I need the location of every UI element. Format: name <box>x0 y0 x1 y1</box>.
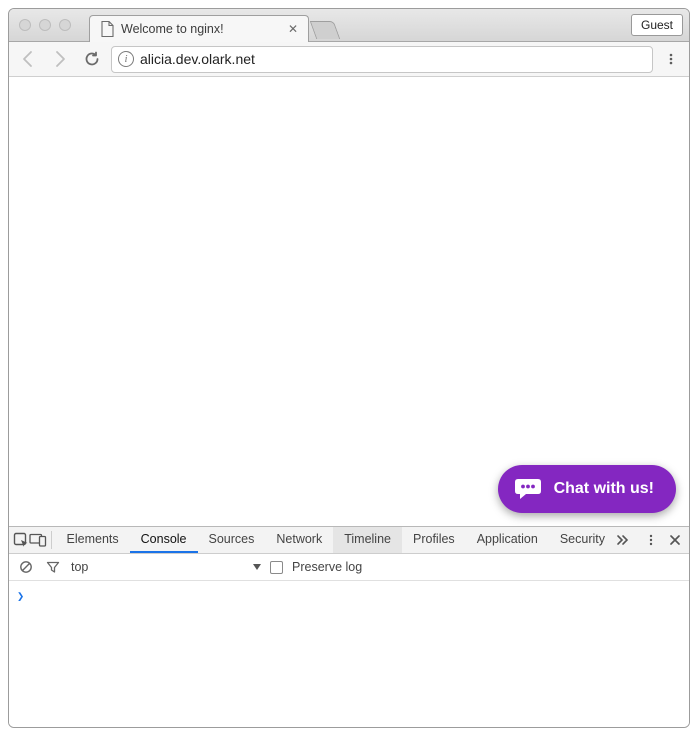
chat-bubble-icon <box>514 477 542 501</box>
tab-profiles[interactable]: Profiles <box>402 527 466 553</box>
tab-application[interactable]: Application <box>466 527 549 553</box>
tab-network[interactable]: Network <box>265 527 333 553</box>
new-tab-button[interactable] <box>310 21 341 39</box>
window-controls <box>19 19 71 31</box>
filter-icon[interactable] <box>44 560 62 574</box>
console-prompt: ❯ <box>17 589 24 603</box>
reload-button[interactable] <box>79 46 105 72</box>
devtools-panel: Elements Console Sources Network Timelin… <box>9 526 689 727</box>
clear-console-icon[interactable] <box>17 560 35 574</box>
browser-tab[interactable]: Welcome to nginx! ✕ <box>89 15 309 42</box>
tabs-overflow-icon[interactable] <box>616 527 630 553</box>
context-select[interactable]: top <box>71 560 261 574</box>
tab-close-icon[interactable]: ✕ <box>288 24 298 34</box>
tab-timeline[interactable]: Timeline <box>333 527 402 553</box>
devtools-menu-icon[interactable] <box>639 533 663 547</box>
page-viewport: Chat with us! <box>9 77 689 526</box>
guest-profile-button[interactable]: Guest <box>631 14 683 36</box>
console-body[interactable]: ❯ <box>9 581 689 727</box>
devtools-tab-bar: Elements Console Sources Network Timelin… <box>9 527 689 554</box>
device-toggle-icon[interactable] <box>29 527 47 553</box>
zoom-window-dot[interactable] <box>59 19 71 31</box>
chat-widget-label: Chat with us! <box>554 480 654 498</box>
preserve-log-checkbox[interactable] <box>270 561 283 574</box>
title-bar: Welcome to nginx! ✕ Guest <box>9 9 689 42</box>
chevron-down-icon <box>253 564 261 570</box>
minimize-window-dot[interactable] <box>39 19 51 31</box>
site-info-icon[interactable]: i <box>118 51 134 67</box>
browser-window: Welcome to nginx! ✕ Guest i <box>8 8 690 728</box>
preserve-log-label: Preserve log <box>292 560 362 574</box>
tab-console[interactable]: Console <box>130 527 198 553</box>
inspect-element-icon[interactable] <box>13 527 29 553</box>
forward-button[interactable] <box>47 46 73 72</box>
browser-menu-button[interactable] <box>659 47 683 71</box>
back-button[interactable] <box>15 46 41 72</box>
context-label: top <box>71 560 247 574</box>
toolbar: i <box>9 42 689 77</box>
address-bar[interactable]: i <box>111 46 653 73</box>
page-icon <box>100 21 114 37</box>
tab-security[interactable]: Security <box>549 527 616 553</box>
tab-elements[interactable]: Elements <box>56 527 130 553</box>
close-window-dot[interactable] <box>19 19 31 31</box>
console-toolbar: top Preserve log <box>9 554 689 581</box>
url-input[interactable] <box>140 51 646 67</box>
chat-widget-button[interactable]: Chat with us! <box>498 465 676 513</box>
devtools-close-icon[interactable] <box>663 534 687 546</box>
tab-title: Welcome to nginx! <box>121 22 281 36</box>
tab-sources[interactable]: Sources <box>198 527 266 553</box>
